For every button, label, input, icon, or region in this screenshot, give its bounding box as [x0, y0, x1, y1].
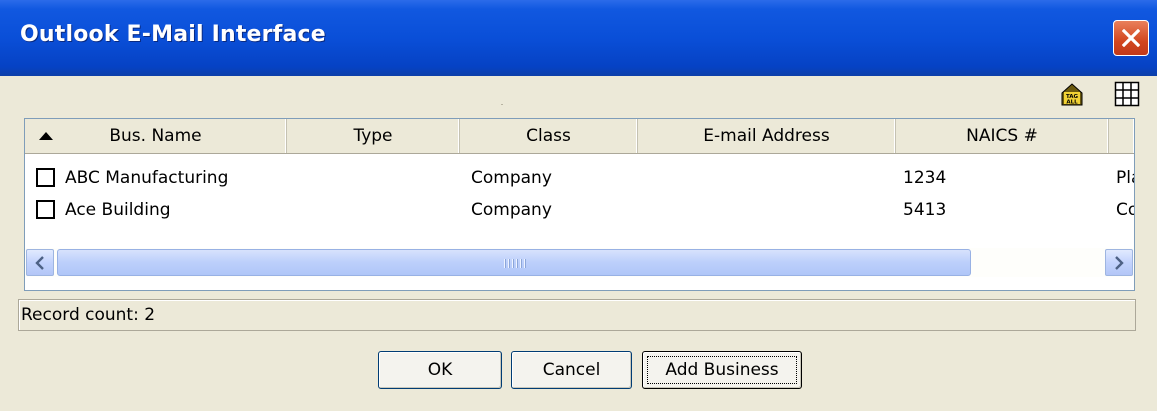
ok-button-label: OK: [427, 360, 453, 380]
divider-tick: [501, 104, 503, 105]
grid-view-icon[interactable]: [1114, 81, 1140, 111]
cell-class: Company: [471, 200, 552, 220]
cell-bus-name: ABC Manufacturing: [65, 168, 229, 188]
column-header-extra[interactable]: [1109, 119, 1134, 153]
cell-class: Company: [471, 168, 552, 188]
cancel-button-label: Cancel: [542, 360, 601, 380]
tag-all-icon[interactable]: TAG ALL: [1059, 81, 1085, 111]
cell-bus-name: Ace Building: [65, 200, 171, 220]
table-row[interactable]: ABC Manufacturing Company 1234 Pla: [25, 163, 1134, 193]
window-title: Outlook E-Mail Interface: [20, 22, 326, 47]
horizontal-scrollbar[interactable]: [25, 248, 1134, 277]
chevron-left-icon: [35, 256, 44, 270]
add-business-button[interactable]: Add Business: [642, 351, 802, 389]
close-icon: [1122, 29, 1140, 47]
cell-naics: 5413: [903, 200, 947, 220]
business-grid[interactable]: Bus. Name Type Class E-mail Address NAIC…: [24, 118, 1135, 291]
row-checkbox[interactable]: [36, 168, 55, 187]
table-row[interactable]: Ace Building Company 5413 Co: [25, 195, 1134, 225]
close-button[interactable]: [1113, 20, 1149, 56]
row-checkbox[interactable]: [36, 200, 55, 219]
ok-button[interactable]: OK: [378, 351, 502, 389]
sort-ascending-icon: [39, 132, 53, 140]
grid-header: Bus. Name Type Class E-mail Address NAIC…: [25, 119, 1134, 154]
column-header-naics[interactable]: NAICS #: [896, 119, 1109, 153]
tag-icon-label-bottom: ALL: [1066, 100, 1078, 106]
scroll-thumb[interactable]: [57, 249, 971, 276]
add-business-button-label: Add Business: [665, 360, 779, 380]
dialog-window: Outlook E-Mail Interface TAG ALL Bus. Na…: [0, 0, 1157, 411]
scroll-left-button[interactable]: [26, 249, 54, 276]
cell-extra: Pla: [1116, 168, 1134, 188]
column-header-email[interactable]: E-mail Address: [638, 119, 896, 153]
column-header-type[interactable]: Type: [287, 119, 460, 153]
column-header-class[interactable]: Class: [460, 119, 638, 153]
title-bar[interactable]: Outlook E-Mail Interface: [0, 0, 1157, 76]
scroll-right-button[interactable]: [1105, 249, 1133, 276]
status-bar: Record count: 2: [18, 299, 1136, 331]
cell-extra: Co: [1116, 200, 1134, 220]
cell-naics: 1234: [903, 168, 947, 188]
cancel-button[interactable]: Cancel: [511, 351, 632, 389]
chevron-right-icon: [1115, 256, 1124, 270]
column-header-bus-name[interactable]: Bus. Name: [25, 119, 287, 153]
scroll-grip: [504, 259, 526, 268]
